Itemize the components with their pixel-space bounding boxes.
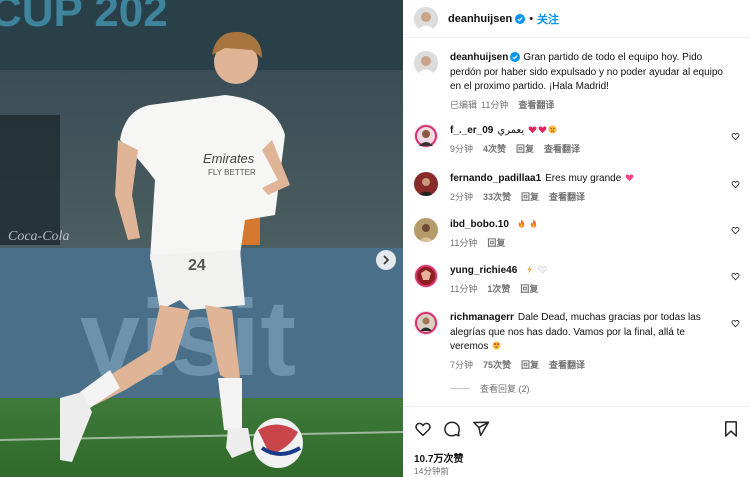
comment-username[interactable]: yung_richie46	[450, 265, 517, 276]
post-header: deanhuijsen • 关注	[403, 0, 750, 38]
comments-area[interactable]: deanhuijsen Gran partido de todo el equip…	[403, 38, 750, 406]
commenter-avatar[interactable]	[414, 311, 438, 335]
verified-icon	[515, 13, 526, 24]
comment-like-heart-icon[interactable]	[731, 132, 740, 141]
comment-time: 11分钟	[450, 237, 478, 248]
comment-like-heart-icon[interactable]	[731, 226, 740, 235]
pink-heart-icon	[625, 174, 634, 182]
replies-divider	[450, 388, 470, 389]
post-panel: deanhuijsen • 关注 deanhuijsen Gran partido…	[403, 0, 750, 477]
coca-cola-logo: Coca-Cola	[8, 229, 69, 244]
comment-time: 9分钟	[450, 143, 474, 154]
bookmark-icon[interactable]	[722, 420, 740, 438]
comment-translate[interactable]: 查看翻译	[549, 358, 585, 371]
lightning-icon	[527, 265, 532, 274]
author-username[interactable]: deanhuijsen	[448, 13, 512, 25]
comment-like-heart-icon[interactable]	[731, 319, 740, 328]
sad-face-icon	[548, 125, 557, 134]
shorts-number: 24	[188, 257, 206, 274]
photo-illustration: CUP 202 Coca-Cola visit Emirates FLY BET…	[0, 0, 403, 477]
comment-likes[interactable]: 33次赞	[483, 190, 511, 203]
comment-text: Eres muy grande	[545, 173, 622, 184]
comment-likes[interactable]: 4次赞	[483, 142, 506, 155]
red-heart-icon	[538, 126, 547, 134]
post-photo: CUP 202 Coca-Cola visit Emirates FLY BET…	[0, 0, 403, 477]
verified-icon	[510, 52, 521, 63]
fire-icon	[518, 219, 524, 228]
view-replies-button[interactable]: 查看回复 (2)	[450, 382, 530, 395]
red-heart-icon	[528, 126, 537, 134]
comment-username[interactable]: f_._er_09	[450, 125, 493, 136]
comment-reply[interactable]: 回复	[487, 236, 505, 249]
comment-likes[interactable]: 75次赞	[483, 358, 511, 371]
white-heart-icon	[538, 266, 547, 274]
commenter-avatar[interactable]	[414, 264, 438, 288]
caption-username[interactable]: deanhuijsen	[450, 52, 508, 63]
commenter-avatar[interactable]	[414, 218, 438, 242]
header-separator: •	[529, 12, 534, 25]
chevron-right-icon	[383, 255, 390, 265]
comment-reply[interactable]: 回复	[516, 142, 534, 155]
heart-icon[interactable]	[414, 420, 432, 438]
post-actions: 10.7万次赞 14分钟前	[403, 406, 750, 477]
comment-like-heart-icon[interactable]	[731, 272, 740, 281]
heart-eyes-icon	[492, 341, 501, 350]
comment-translate[interactable]: 查看翻译	[549, 190, 585, 203]
comment-text: يعمري	[497, 125, 525, 136]
banner-text: CUP 202	[0, 0, 168, 36]
comment-like-heart-icon[interactable]	[731, 180, 740, 189]
comment-time: 11分钟	[450, 283, 478, 294]
comment-time: 7分钟	[450, 359, 474, 370]
caption-edited: 已编辑	[450, 99, 478, 110]
commenter-avatar[interactable]	[414, 172, 438, 196]
share-icon[interactable]	[472, 420, 490, 438]
caption-translate[interactable]: 查看翻译	[518, 98, 554, 111]
comment-username[interactable]: fernando_padillaa1	[450, 173, 541, 184]
commenter-avatar[interactable]	[414, 124, 438, 148]
comment-icon[interactable]	[443, 420, 461, 438]
comment-username[interactable]: ibd_bobo.10	[450, 219, 509, 230]
comment-username[interactable]: richmanagerr	[450, 312, 514, 323]
shirt-sponsor-2: FLY BETTER	[208, 168, 256, 177]
post-time: 14分钟前	[414, 466, 449, 476]
comment-likes[interactable]: 1次赞	[487, 282, 510, 295]
author-avatar[interactable]	[414, 51, 438, 75]
comment-translate[interactable]: 查看翻译	[544, 142, 580, 155]
follow-button[interactable]: 关注	[537, 11, 559, 27]
author-avatar[interactable]	[414, 6, 438, 31]
view-replies-label: 查看回复 (2)	[480, 384, 530, 394]
fire-icon	[531, 219, 537, 228]
comment-reply[interactable]: 回复	[521, 190, 539, 203]
next-photo-button[interactable]	[376, 250, 396, 270]
shirt-sponsor-1: Emirates	[203, 151, 255, 166]
comment-reply[interactable]: 回复	[520, 282, 538, 295]
caption-time: 11分钟	[481, 99, 509, 110]
comment-reply[interactable]: 回复	[521, 358, 539, 371]
likes-count[interactable]: 10.7万次赞	[414, 450, 463, 465]
football	[253, 418, 303, 468]
comment-time: 2分钟	[450, 191, 474, 202]
